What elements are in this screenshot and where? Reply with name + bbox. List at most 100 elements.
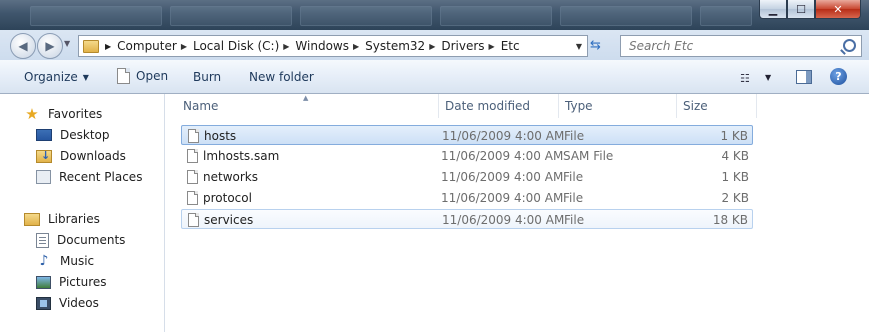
videos-icon (36, 296, 51, 310)
file-date: 11/06/2009 4:00 AM (441, 170, 564, 184)
file-type: SAM File (563, 149, 614, 163)
downloads-icon (36, 149, 52, 163)
refresh-icon[interactable]: ⇆ (590, 39, 606, 53)
table-row[interactable]: hosts 11/06/2009 4:00 AM File 1 KB (181, 125, 753, 145)
file-list: ▲ Name Date modified Type Size hosts 11/… (165, 94, 869, 332)
file-name: hosts (204, 129, 237, 143)
burn-label: Burn (193, 70, 222, 84)
file-size: 4 KB (721, 149, 749, 163)
nav-libraries-label: Libraries (48, 212, 100, 226)
chevron-right-icon[interactable]: ▶ (353, 42, 359, 51)
burn-button[interactable]: Burn (193, 70, 221, 84)
nav-recent-places[interactable]: Recent Places (36, 168, 142, 186)
table-row[interactable]: services 11/06/2009 4:00 AM File 18 KB (181, 209, 753, 229)
search-box[interactable] (620, 35, 862, 57)
table-row[interactable]: networks 11/06/2009 4:00 AM File 1 KB (181, 167, 753, 187)
breadcrumb-drivers[interactable]: Drivers (441, 39, 484, 53)
chevron-right-icon[interactable]: ▶ (429, 42, 435, 51)
star-icon: ★ (25, 105, 39, 123)
background-taskbar-item (700, 6, 752, 26)
column-header-type[interactable]: Type (559, 94, 677, 118)
back-arrow-icon: ◀ (18, 39, 28, 53)
open-button[interactable]: Open (117, 68, 168, 84)
nav-recent-places-label: Recent Places (59, 170, 143, 184)
file-size: 1 KB (720, 129, 748, 143)
nav-documents[interactable]: Documents (36, 231, 125, 249)
recent-places-icon (36, 170, 51, 184)
chevron-down-icon: ▼ (82, 72, 89, 82)
column-header-date-label: Date modified (445, 99, 531, 113)
recent-pages-dropdown[interactable]: ▼ (64, 39, 74, 51)
breadcrumb-system32[interactable]: System32 (365, 39, 425, 53)
nav-pictures-label: Pictures (59, 275, 107, 289)
nav-desktop-label: Desktop (60, 128, 110, 142)
nav-libraries[interactable]: Libraries (24, 210, 100, 228)
column-header-date-modified[interactable]: Date modified (439, 94, 559, 118)
file-date: 11/06/2009 4:00 AM (441, 191, 564, 205)
column-header-size-label: Size (683, 99, 708, 113)
background-taskbar-item (440, 6, 552, 26)
file-icon (188, 213, 199, 227)
nav-music-label: Music (60, 254, 95, 268)
file-size: 2 KB (721, 191, 749, 205)
folder-icon (83, 39, 99, 53)
file-date: 11/06/2009 4:00 AM (442, 213, 565, 227)
chevron-down-icon[interactable]: ▼ (571, 42, 587, 51)
breadcrumb-computer[interactable]: Computer (117, 39, 177, 53)
nav-music[interactable]: ♪ Music (36, 252, 95, 270)
magnifier-icon[interactable] (843, 39, 856, 52)
document-icon (117, 68, 130, 84)
background-taskbar-item (300, 6, 432, 26)
file-size: 1 KB (721, 170, 749, 184)
column-header-name[interactable]: Name (177, 94, 439, 118)
organize-button[interactable]: Organize ▼ (24, 70, 89, 84)
table-row[interactable]: protocol 11/06/2009 4:00 AM File 2 KB (181, 188, 753, 208)
documents-icon (36, 232, 49, 248)
breadcrumb-windows[interactable]: Windows (295, 39, 349, 53)
file-icon (187, 170, 198, 184)
nav-favorites[interactable]: ★ Favorites (24, 105, 102, 123)
pictures-icon (36, 275, 51, 289)
new-folder-button[interactable]: New folder (249, 70, 314, 84)
file-type: File (563, 170, 584, 184)
nav-videos[interactable]: Videos (36, 294, 99, 312)
column-header-type-label: Type (565, 99, 593, 113)
file-type: File (563, 191, 584, 205)
chevron-right-icon[interactable]: ▶ (181, 42, 187, 51)
close-button[interactable]: ✕ (815, 0, 861, 19)
file-type: File (564, 129, 585, 143)
chevron-right-icon[interactable]: ▶ (105, 42, 111, 51)
chevron-right-icon[interactable]: ▶ (283, 42, 289, 51)
search-input[interactable] (627, 38, 841, 54)
forward-arrow-icon: ▶ (45, 39, 55, 53)
table-row[interactable]: lmhosts.sam 11/06/2009 4:00 AM SAM File … (181, 146, 753, 166)
preview-pane-icon[interactable] (796, 70, 812, 84)
nav-videos-label: Videos (59, 296, 99, 310)
address-row: ◀ ▶ ▼ ▶ Computer ▶ Local Disk (C:) ▶ Windo… (0, 30, 869, 60)
file-size: 18 KB (712, 213, 748, 227)
nav-downloads[interactable]: Downloads (36, 147, 126, 165)
column-header-name-label: Name (183, 99, 219, 113)
views-icon[interactable]: ☷ (740, 72, 750, 85)
organize-label: Organize (24, 70, 78, 84)
forward-button[interactable]: ▶ (37, 33, 63, 59)
address-bar[interactable]: ▶ Computer ▶ Local Disk (C:) ▶ Windows ▶ Sy… (78, 35, 588, 57)
file-name: lmhosts.sam (203, 149, 280, 163)
maximize-button[interactable]: ☐ (787, 0, 815, 19)
nav-documents-label: Documents (57, 233, 126, 247)
command-bar: Organize ▼ Open Burn New folder ☷ ▼ ? (0, 60, 869, 94)
nav-desktop[interactable]: Desktop (36, 126, 110, 144)
help-icon[interactable]: ? (830, 68, 847, 85)
minimize-button[interactable]: ▁ (759, 0, 787, 19)
chevron-down-icon[interactable]: ▼ (765, 73, 771, 82)
window-controls: ▁ ☐ ✕ (759, 0, 861, 19)
nav-pictures[interactable]: Pictures (36, 273, 107, 291)
file-icon (187, 191, 198, 205)
column-header-size[interactable]: Size (677, 94, 757, 118)
breadcrumb-etc[interactable]: Etc (501, 39, 520, 53)
breadcrumb-local-disk[interactable]: Local Disk (C:) (193, 39, 279, 53)
file-name: networks (203, 170, 258, 184)
chevron-right-icon[interactable]: ▶ (489, 42, 495, 51)
background-taskbar-item (30, 6, 162, 26)
back-button[interactable]: ◀ (10, 33, 36, 59)
